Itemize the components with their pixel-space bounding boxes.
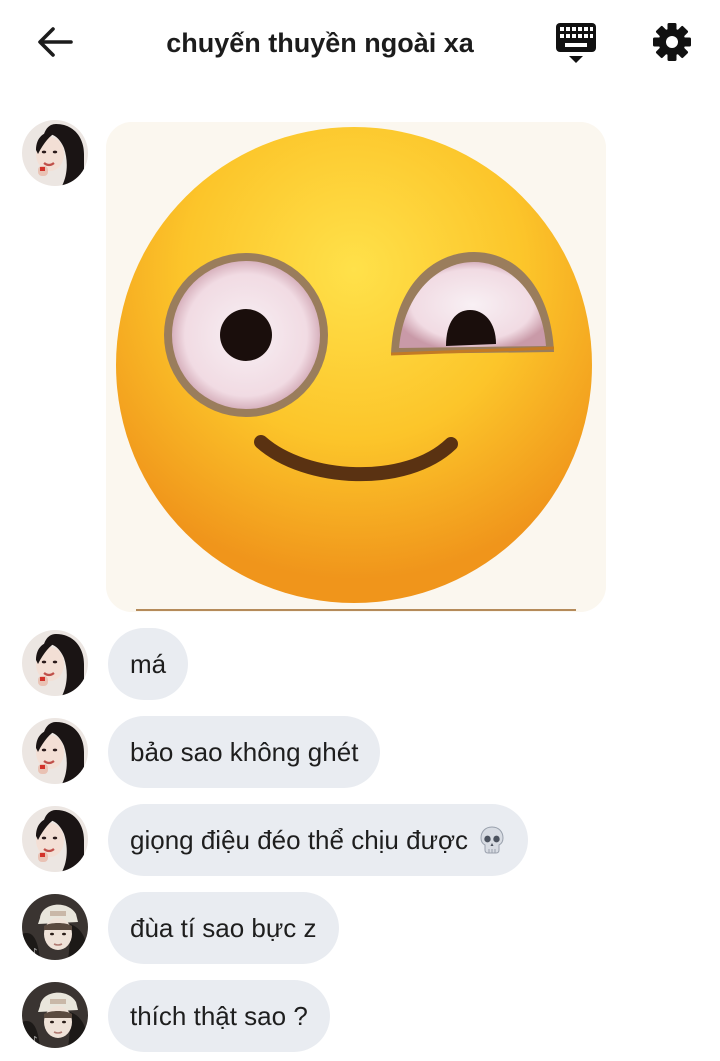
message-text: đùa tí sao bực z	[130, 912, 317, 943]
avatar[interactable]	[22, 718, 88, 784]
gear-icon	[653, 23, 691, 61]
avatar[interactable]	[22, 806, 88, 872]
avatar[interactable]: ♪	[22, 894, 88, 960]
avatar[interactable]	[22, 630, 88, 696]
svg-text:♪: ♪	[32, 947, 37, 956]
avatar[interactable]: ♪	[22, 982, 88, 1048]
keyboard-button[interactable]	[552, 20, 600, 66]
chat-title: chuyến thuyền ngoài xa	[166, 28, 474, 58]
message-text: thích thật sao ?	[130, 1000, 308, 1031]
sticker-image[interactable]	[106, 122, 606, 612]
arrow-left-icon	[38, 27, 73, 57]
message-bubble[interactable]: bảo sao không ghét	[108, 716, 381, 788]
smiling-face-sticker	[106, 122, 606, 612]
message-bubble[interactable]: thích thật sao ?	[108, 980, 330, 1052]
message-text: giọng điệu đéo thể chịu được	[130, 824, 469, 855]
settings-button[interactable]	[648, 18, 696, 66]
avatar[interactable]	[22, 120, 88, 186]
message-text: má	[130, 648, 167, 679]
skull-icon	[480, 826, 504, 854]
message-bubble[interactable]: má	[108, 628, 189, 700]
back-button[interactable]	[32, 22, 78, 62]
svg-text:♪: ♪	[32, 1035, 37, 1044]
chat-screen: chuyến thuyền ngoài xa má bảo sao không …	[0, 0, 720, 1061]
message-text: bảo sao không ghét	[130, 736, 359, 767]
keyboard-icon	[556, 23, 596, 63]
message-bubble[interactable]: đùa tí sao bực z	[108, 892, 339, 964]
message-bubble[interactable]: giọng điệu đéo thể chịu được	[108, 804, 529, 876]
chat-header: chuyến thuyền ngoài xa	[0, 0, 720, 86]
